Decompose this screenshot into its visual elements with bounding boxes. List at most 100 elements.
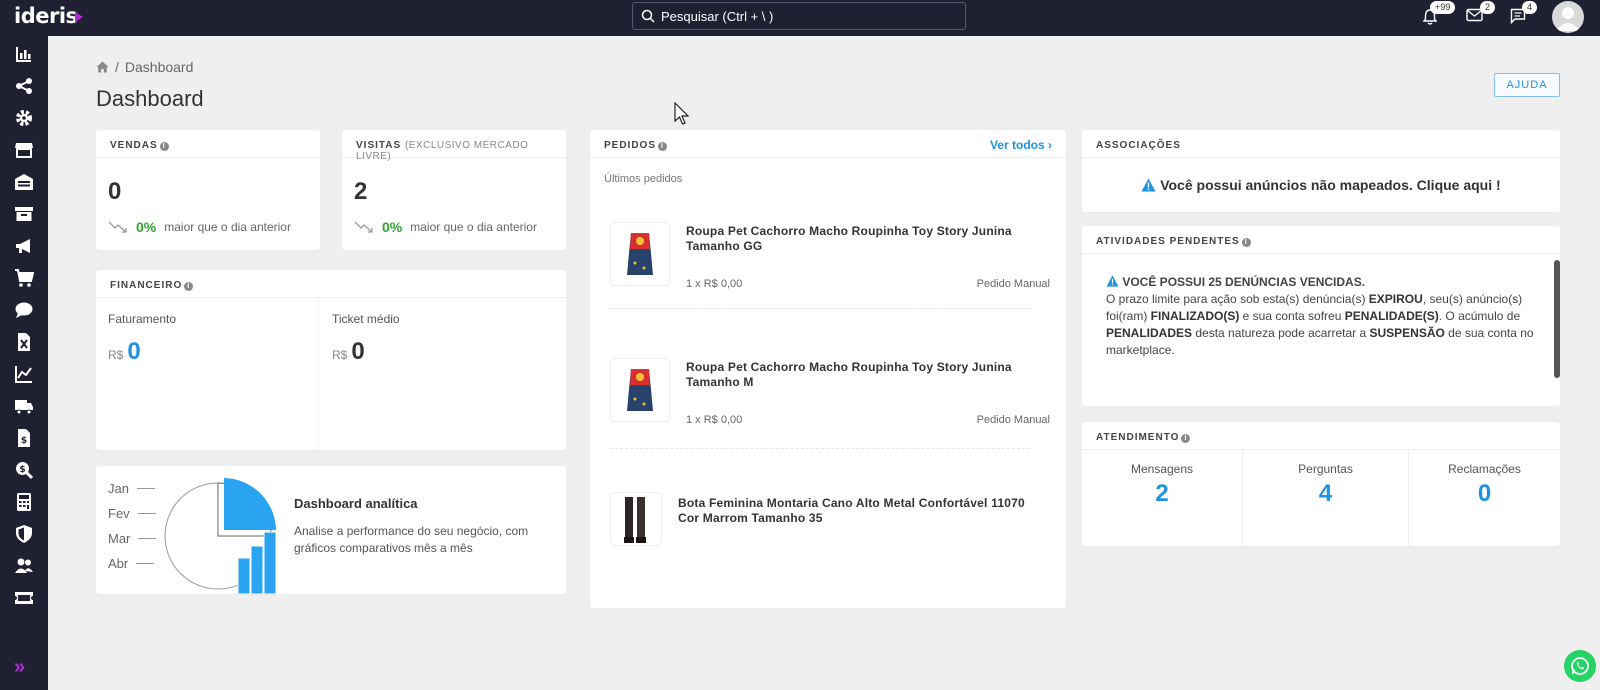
info-icon[interactable]: i bbox=[184, 282, 194, 291]
vendas-value: 0 bbox=[108, 178, 122, 205]
shield-icon[interactable] bbox=[14, 524, 34, 544]
users-icon[interactable] bbox=[14, 556, 34, 576]
truck-icon[interactable] bbox=[14, 396, 34, 416]
excel-file-icon[interactable] bbox=[14, 332, 34, 352]
trend-down-icon bbox=[354, 221, 373, 233]
atividades-title: ATIVIDADES PENDENTES bbox=[1096, 236, 1240, 247]
scrollbar-thumb[interactable] bbox=[1554, 260, 1560, 378]
megaphone-icon[interactable] bbox=[14, 236, 34, 256]
visitas-pct: 0% bbox=[382, 219, 403, 235]
atividades-card: ATIVIDADES PENDENTES i VOCÊ POSSUI 25 DEN… bbox=[1082, 226, 1560, 406]
faturamento-value: R$ 0 bbox=[108, 338, 141, 366]
logo-triangle-icon bbox=[75, 12, 83, 22]
financeiro-title: FINANCEIRO bbox=[110, 280, 183, 291]
chevron-right-icon: › bbox=[1048, 138, 1052, 152]
cart-icon[interactable] bbox=[14, 268, 34, 288]
visitas-value: 2 bbox=[354, 178, 368, 205]
ticket-value: R$ 0 bbox=[332, 338, 365, 366]
perguntas-label: Perguntas bbox=[1298, 462, 1353, 476]
vendas-card: VENDAS i 0 0% maior que o dia anterior bbox=[96, 130, 320, 250]
search-icon bbox=[641, 9, 655, 23]
faturamento-currency: R$ bbox=[108, 348, 124, 362]
order-title: Roupa Pet Cachorro Macho Roupinha Toy St… bbox=[686, 360, 1012, 389]
help-button[interactable]: AJUDA bbox=[1494, 73, 1560, 97]
svg-text:$: $ bbox=[19, 465, 25, 475]
visitas-trend: 0% maior que o dia anterior bbox=[354, 219, 537, 235]
month-label: Abr bbox=[108, 551, 156, 576]
avatar[interactable] bbox=[1552, 1, 1584, 33]
analytics-illustration-icon bbox=[164, 478, 277, 594]
info-icon[interactable]: i bbox=[1181, 434, 1191, 443]
calculator-icon[interactable] bbox=[14, 492, 34, 512]
pedidos-title: PEDIDOS bbox=[604, 140, 657, 151]
order-separator bbox=[610, 448, 1030, 449]
home-icon[interactable] bbox=[96, 61, 109, 73]
product-image bbox=[610, 492, 662, 546]
ticket-currency: R$ bbox=[332, 348, 348, 362]
dashboard-analitica-card[interactable]: Jan Fev Mar Abr Dashboard analítica Anal… bbox=[96, 466, 566, 594]
order-title: Bota Feminina Montaria Cano Alto Metal C… bbox=[678, 496, 1025, 525]
search-placeholder: Pesquisar (Ctrl + \ ) bbox=[661, 8, 774, 24]
invoice-file-icon[interactable]: $ bbox=[14, 428, 34, 448]
warehouse-icon[interactable] bbox=[14, 172, 34, 192]
search-input[interactable]: Pesquisar (Ctrl + \ ) bbox=[632, 2, 966, 30]
search-dollar-icon[interactable]: $ bbox=[14, 460, 34, 480]
order-title: Roupa Pet Cachorro Macho Roupinha Toy St… bbox=[686, 224, 1012, 253]
notifications-badge: +99 bbox=[1430, 1, 1456, 14]
vendas-trend: 0% maior que o dia anterior bbox=[108, 219, 291, 235]
atendimento-card: ATENDIMENTO i Mensagens 2 Perguntas 4 Rec… bbox=[1082, 422, 1560, 546]
associacoes-header: ASSOCIAÇÕES bbox=[1082, 130, 1560, 158]
atividades-header: ATIVIDADES PENDENTES i bbox=[1082, 226, 1560, 254]
month-label: Jan bbox=[108, 476, 156, 501]
visitas-header: VISITAS (EXCLUSIVO MERCADO LIVRE) bbox=[342, 130, 566, 162]
store-icon[interactable] bbox=[14, 140, 34, 160]
messages-badge: 2 bbox=[1480, 1, 1496, 14]
ticket-amount: 0 bbox=[351, 338, 365, 365]
chat-bubble-icon[interactable] bbox=[14, 300, 34, 320]
info-icon[interactable]: i bbox=[159, 142, 169, 151]
gear-icon[interactable] bbox=[14, 108, 34, 128]
perguntas-value: 4 bbox=[1318, 480, 1333, 507]
ticket-icon[interactable] bbox=[14, 588, 34, 608]
whatsapp-icon bbox=[1571, 657, 1589, 675]
sidebar: $ $ » bbox=[0, 36, 48, 690]
archive-icon[interactable] bbox=[14, 204, 34, 224]
order-item[interactable]: Roupa Pet Cachorro Macho Roupinha Toy St… bbox=[610, 222, 1050, 294]
order-item[interactable]: Bota Feminina Montaria Cano Alto Metal C… bbox=[610, 492, 1050, 552]
breadcrumb-separator: / bbox=[115, 59, 119, 75]
expand-sidebar-icon[interactable]: » bbox=[14, 656, 25, 679]
perguntas-stat[interactable]: Perguntas 4 bbox=[1243, 450, 1408, 544]
chart-bar-icon[interactable] bbox=[14, 44, 34, 64]
atendimento-header: ATENDIMENTO i bbox=[1082, 422, 1560, 450]
share-icon[interactable] bbox=[14, 76, 34, 96]
logo[interactable]: ideris bbox=[14, 4, 78, 28]
ver-todos-link[interactable]: Ver todos › bbox=[990, 138, 1052, 152]
product-image bbox=[610, 358, 670, 422]
mensagens-stat[interactable]: Mensagens 2 bbox=[1082, 450, 1242, 544]
atividades-headline: VOCÊ POSSUI 25 DENÚNCIAS VENCIDAS. bbox=[1106, 274, 1534, 291]
faturamento-amount: 0 bbox=[127, 338, 141, 365]
months-list: Jan Fev Mar Abr bbox=[108, 476, 157, 576]
info-icon[interactable]: i bbox=[658, 142, 668, 151]
warning-icon bbox=[1141, 178, 1156, 192]
reclamacoes-stat[interactable]: Reclamações 0 bbox=[1409, 450, 1560, 544]
financeiro-divider bbox=[318, 298, 319, 450]
whatsapp-button[interactable] bbox=[1564, 650, 1596, 682]
product-image bbox=[610, 222, 670, 286]
line-chart-icon[interactable] bbox=[14, 364, 34, 384]
breadcrumb: / Dashboard bbox=[96, 59, 193, 75]
reclamacoes-label: Reclamações bbox=[1448, 462, 1521, 476]
order-source: Pedido Manual bbox=[976, 414, 1050, 426]
order-qty: 1 x R$ 0,00 bbox=[686, 414, 743, 426]
info-icon[interactable]: i bbox=[1241, 238, 1251, 247]
associacoes-message[interactable]: Você possui anúncios não mapeados. Cliqu… bbox=[1082, 177, 1560, 193]
atividades-text: VOCÊ POSSUI 25 DENÚNCIAS VENCIDAS. O pra… bbox=[1106, 274, 1534, 359]
dog-shirt-icon bbox=[627, 369, 653, 411]
breadcrumb-current: Dashboard bbox=[124, 59, 194, 75]
faturamento-label: Faturamento bbox=[108, 312, 177, 326]
visitas-card: VISITAS (EXCLUSIVO MERCADO LIVRE) 2 0% m… bbox=[342, 130, 566, 250]
order-item[interactable]: Roupa Pet Cachorro Macho Roupinha Toy St… bbox=[610, 358, 1050, 430]
dog-shirt-icon bbox=[627, 233, 653, 275]
pedidos-card: PEDIDOS i Ver todos › Últimos pedidos Rou… bbox=[590, 130, 1066, 608]
visitas-title: VISITAS bbox=[356, 140, 402, 151]
